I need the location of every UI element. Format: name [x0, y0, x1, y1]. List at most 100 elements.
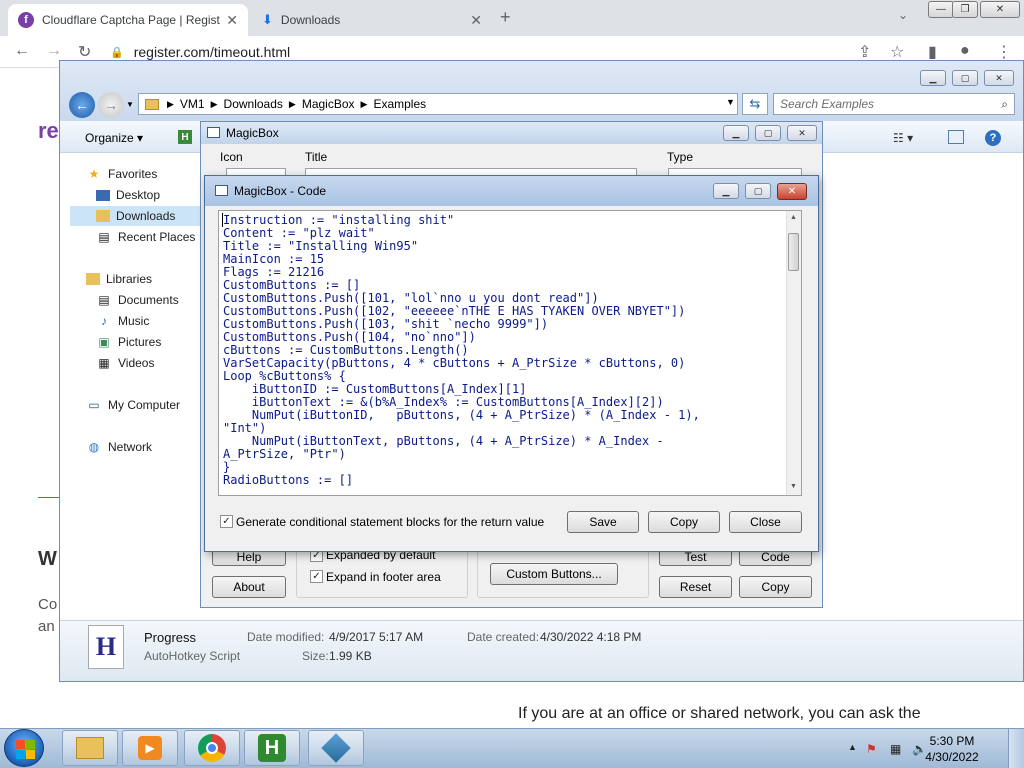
nav-pictures[interactable]: ▣ Pictures — [96, 332, 161, 352]
title-label: Title — [305, 150, 328, 164]
file-name: Progress — [144, 630, 197, 645]
forward-arrow-icon[interactable]: → — [98, 92, 124, 118]
maximize-button[interactable]: ▢ — [952, 70, 978, 86]
copy-button[interactable]: Copy — [648, 511, 720, 533]
address-dropdown-icon[interactable]: ▼ — [726, 97, 735, 107]
menu-dots-icon[interactable]: ⋮ — [996, 42, 1012, 62]
nav-documents[interactable]: ▤ Documents — [96, 290, 178, 310]
back-arrow-icon[interactable]: ← — [69, 92, 95, 118]
window-icon — [207, 127, 220, 138]
search-placeholder: Search Examples — [780, 97, 875, 111]
close-window-button[interactable]: ✕ — [980, 1, 1020, 18]
taskbar-autohotkey[interactable]: H — [244, 730, 300, 766]
help-icon[interactable]: ? — [985, 130, 1001, 146]
breadcrumb-item[interactable]: Examples — [373, 97, 426, 111]
tab-cloudflare[interactable]: f Cloudflare Captcha Page | Regist ✕ — [8, 4, 248, 36]
created-label: Date created: — [467, 630, 540, 644]
close-dialog-button[interactable]: Close — [729, 511, 802, 533]
back-arrow-icon[interactable]: ← — [14, 42, 30, 60]
restore-button[interactable]: ❐ — [952, 1, 978, 18]
forward-arrow-icon[interactable]: → — [46, 42, 62, 60]
scrollbar-thumb[interactable] — [788, 233, 799, 271]
star-icon: ★ — [88, 167, 100, 181]
cloudflare-favicon-icon: f — [18, 12, 34, 28]
recent-places-icon: ▤ — [98, 230, 110, 244]
expand-footer-checkbox[interactable]: ✓ — [310, 570, 323, 583]
autohotkey-icon[interactable]: H — [178, 130, 192, 144]
nav-desktop[interactable]: Desktop — [96, 185, 160, 205]
clock[interactable]: 5:30 PM 4/30/2022 — [924, 733, 980, 765]
nav-libraries[interactable]: Libraries — [86, 269, 152, 289]
refresh-button[interactable]: ⇆ — [742, 93, 768, 115]
scroll-up-icon[interactable]: ▲ — [790, 214, 797, 221]
breadcrumb-item[interactable]: Downloads — [224, 97, 283, 111]
minimize-button[interactable]: ▁ — [723, 125, 749, 141]
nav-recent-places[interactable]: ▤ Recent Places — [96, 227, 195, 247]
breadcrumb-item[interactable]: VM1 — [180, 97, 205, 111]
taskbar-chrome[interactable] — [184, 730, 240, 766]
action-center-icon[interactable]: ⚑ — [866, 742, 877, 756]
music-icon: ♪ — [101, 314, 107, 328]
save-button[interactable]: Save — [567, 511, 639, 533]
scroll-down-icon[interactable]: ▼ — [790, 483, 797, 490]
reset-button[interactable]: Reset — [659, 576, 732, 598]
code-line: NumPut(iButtonID, pButtons, (4 + A_PtrSi… — [223, 408, 700, 422]
recent-pages-chevron-icon[interactable]: ▼ — [126, 100, 134, 109]
minimize-button[interactable]: — — [928, 1, 954, 18]
nav-downloads[interactable]: Downloads — [96, 206, 175, 226]
code-text: Instruction := "installing shit" Content … — [223, 214, 785, 487]
created-value: 4/30/2022 4:18 PM — [540, 630, 642, 644]
maximize-button[interactable]: ▢ — [755, 125, 781, 141]
nav-videos[interactable]: ▦ Videos — [96, 353, 154, 373]
nav-my-computer[interactable]: ▭ My Computer — [86, 395, 180, 415]
search-input[interactable]: Search Examples ⌕ — [773, 93, 1015, 115]
share-icon[interactable]: ⇪ — [858, 42, 871, 62]
reload-icon[interactable]: ↻ — [78, 42, 91, 62]
custom-buttons-button[interactable]: Custom Buttons... — [490, 563, 618, 585]
close-button[interactable]: ✕ — [984, 70, 1014, 86]
new-tab-button[interactable]: + — [500, 7, 511, 28]
taskbar-explorer[interactable] — [62, 730, 118, 766]
libraries-icon — [86, 273, 100, 285]
tab-search-chevron-icon[interactable]: ⌄ — [898, 8, 908, 22]
nav-favorites[interactable]: ★ Favorites — [86, 164, 158, 184]
preview-pane-icon[interactable] — [948, 130, 964, 144]
minimize-button[interactable]: ▁ — [920, 70, 946, 86]
organize-menu[interactable]: Organize ▾ — [85, 131, 143, 145]
show-hidden-icons-icon[interactable]: ▲ — [848, 742, 857, 752]
documents-icon: ▤ — [98, 293, 110, 307]
taskbar-magicbox[interactable] — [308, 730, 364, 766]
nav-network[interactable]: ◍ Network — [86, 437, 152, 457]
code-dialog-title: MagicBox - Code — [234, 184, 327, 198]
minimize-button[interactable]: ▁ — [713, 183, 739, 199]
explorer-address-bar[interactable]: ▶ VM1 ▶ Downloads ▶ MagicBox ▶ Examples — [138, 93, 738, 115]
type-label: Type — [667, 150, 694, 164]
nav-music[interactable]: ♪ Music — [96, 311, 149, 331]
view-options-icon[interactable]: ☷ ▾ — [893, 131, 913, 145]
side-panel-icon[interactable]: ▮ — [928, 42, 937, 62]
tab-downloads[interactable]: ⬇ Downloads ✕ — [252, 4, 492, 36]
generate-conditional-label: Generate conditional statement blocks fo… — [236, 515, 545, 529]
maximize-button[interactable]: ▢ — [745, 183, 771, 199]
clock-date: 4/30/2022 — [925, 750, 979, 764]
close-tab-icon[interactable]: ✕ — [226, 12, 238, 29]
taskbar-media-player[interactable]: ▶ — [122, 730, 178, 766]
media-player-icon: ▶ — [138, 736, 162, 760]
profile-icon[interactable]: ● — [960, 42, 970, 60]
generate-conditional-checkbox[interactable]: ✓ — [220, 515, 233, 528]
breadcrumb-item[interactable]: MagicBox — [302, 97, 355, 111]
bookmark-star-icon[interactable]: ☆ — [890, 42, 904, 62]
start-button[interactable] — [4, 729, 44, 767]
about-button[interactable]: About — [212, 576, 286, 598]
magicbox-icon — [321, 733, 351, 763]
close-tab-icon[interactable]: ✕ — [470, 12, 482, 29]
close-button[interactable]: ✕ — [787, 125, 817, 141]
show-desktop-button[interactable] — [1008, 729, 1024, 768]
copy-button[interactable]: Copy — [739, 576, 812, 598]
page-text: an — [38, 618, 55, 635]
lock-icon: 🔒 — [110, 46, 124, 59]
network-tray-icon[interactable]: ▦ — [890, 742, 901, 756]
close-button[interactable]: ✕ — [777, 183, 807, 200]
code-editor[interactable]: Instruction := "installing shit" Content … — [218, 210, 802, 496]
folder-icon — [76, 737, 104, 759]
